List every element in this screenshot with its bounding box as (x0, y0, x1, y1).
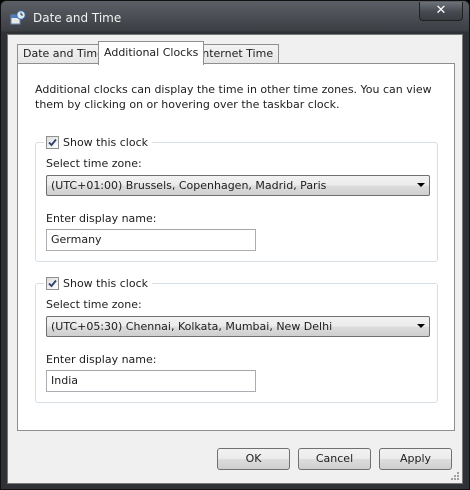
intro-line-1: Additional clocks can display the time i… (35, 83, 432, 96)
tab-internet-time[interactable]: Internet Time (193, 44, 280, 64)
window-title: Date and Time (33, 11, 122, 25)
chevron-down-icon (417, 183, 425, 187)
cancel-button[interactable]: Cancel (298, 448, 371, 470)
resize-grip-icon[interactable] (448, 469, 460, 481)
apply-button[interactable]: Apply (379, 448, 452, 470)
display-name-1-input[interactable]: Germany (46, 229, 256, 251)
dialog-client-area: Date and Time Additional Clocks Internet… (7, 34, 463, 484)
additional-clocks-panel: Additional clocks can display the time i… (17, 63, 455, 431)
timezone-1-label: Select time zone: (46, 157, 142, 170)
display-name-1-label: Enter display name: (46, 212, 157, 225)
date-time-icon (10, 10, 26, 26)
date-time-window: Date and Time ✕ Date and Time Additional… (0, 0, 470, 490)
show-clock-1-label: Show this clock (63, 135, 148, 149)
tab-strip: Date and Time Additional Clocks Internet… (17, 41, 457, 65)
clock-group-1: Show this clock Select time zone: (UTC+0… (35, 134, 438, 262)
show-clock-2-label: Show this clock (63, 276, 148, 290)
tab-additional-clocks[interactable]: Additional Clocks (98, 41, 205, 65)
clock-group-2: Show this clock Select time zone: (UTC+0… (35, 275, 438, 403)
checkmark-icon (48, 138, 57, 146)
timezone-2-value: (UTC+05:30) Chennai, Kolkata, Mumbai, Ne… (51, 320, 333, 333)
title-bar[interactable]: Date and Time ✕ (1, 1, 469, 33)
timezone-2-select[interactable]: (UTC+05:30) Chennai, Kolkata, Mumbai, Ne… (46, 316, 430, 337)
intro-line-2: them by clicking on or hovering over the… (35, 98, 340, 111)
checkmark-icon (48, 279, 57, 287)
ok-button[interactable]: OK (217, 448, 290, 470)
tab-date-and-time[interactable]: Date and Time (17, 44, 110, 64)
chevron-down-icon (417, 324, 425, 328)
show-clock-2-checkbox-row[interactable]: Show this clock (44, 275, 152, 291)
intro-text: Additional clocks can display the time i… (35, 82, 435, 112)
display-name-2-label: Enter display name: (46, 353, 157, 366)
timezone-1-select[interactable]: (UTC+01:00) Brussels, Copenhagen, Madrid… (46, 175, 430, 196)
timezone-1-value: (UTC+01:00) Brussels, Copenhagen, Madrid… (51, 179, 327, 192)
show-clock-2-checkbox[interactable] (46, 276, 59, 290)
show-clock-1-checkbox-row[interactable]: Show this clock (44, 134, 152, 150)
display-name-2-input[interactable]: India (46, 370, 256, 392)
close-icon: ✕ (435, 3, 447, 18)
timezone-2-label: Select time zone: (46, 298, 142, 311)
close-button[interactable]: ✕ (419, 2, 463, 21)
show-clock-1-checkbox[interactable] (46, 135, 59, 149)
